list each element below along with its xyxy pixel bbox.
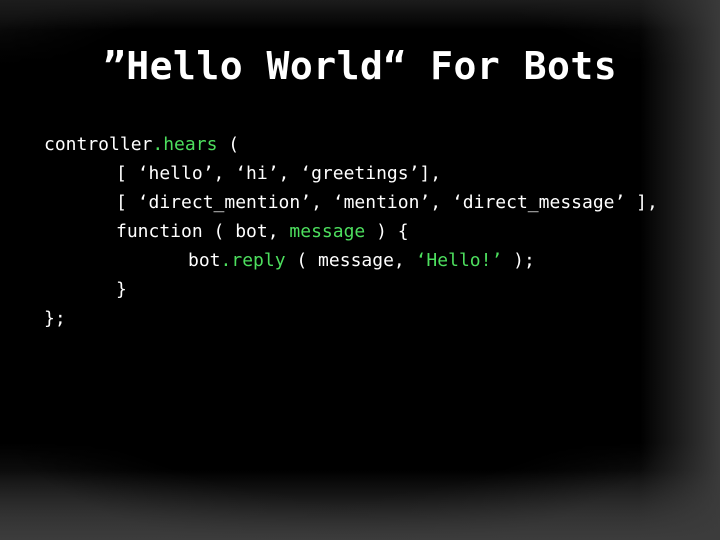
code-keyword-reply: reply <box>231 250 286 271</box>
code-keyword-message: message <box>289 221 366 242</box>
code-token: controller <box>44 134 153 155</box>
slide-title: ”Hello World“ For Bots <box>102 44 618 88</box>
bottom-shadow <box>0 470 720 540</box>
code-line-5: bot.reply ( message, ‘Hello!’ ); <box>44 246 694 275</box>
code-token-dot: . <box>220 250 232 271</box>
code-token: ( <box>217 134 240 155</box>
code-token: bot <box>188 250 221 271</box>
slide: ”Hello World“ For Bots controller.hears … <box>0 0 720 540</box>
code-line-1: controller.hears ( <box>44 130 694 159</box>
code-token: }; <box>44 308 66 329</box>
code-block: controller.hears ( [ ‘hello’, ‘hi’, ‘gre… <box>44 130 694 333</box>
top-shadow <box>0 0 720 30</box>
code-line-4: function ( bot, message ) { <box>44 217 694 246</box>
code-token: function ( bot, <box>116 221 290 242</box>
code-token: [ ‘direct_mention’, ‘mention’, ‘direct_m… <box>116 192 658 213</box>
code-line-7: }; <box>44 304 694 333</box>
code-token: [ ‘hello’, ‘hi’, ‘greetings’], <box>116 163 442 184</box>
code-token: ( message, <box>285 250 416 271</box>
code-keyword-hears: hears <box>163 134 218 155</box>
code-token: } <box>116 279 127 300</box>
code-line-3: [ ‘direct_mention’, ‘mention’, ‘direct_m… <box>44 188 694 217</box>
code-line-6: } <box>44 275 694 304</box>
code-token: ); <box>502 250 535 271</box>
code-string-hello: ‘Hello!’ <box>415 250 503 271</box>
code-token: ) { <box>365 221 409 242</box>
code-token-dot: . <box>152 134 164 155</box>
code-line-2: [ ‘hello’, ‘hi’, ‘greetings’], <box>44 159 694 188</box>
